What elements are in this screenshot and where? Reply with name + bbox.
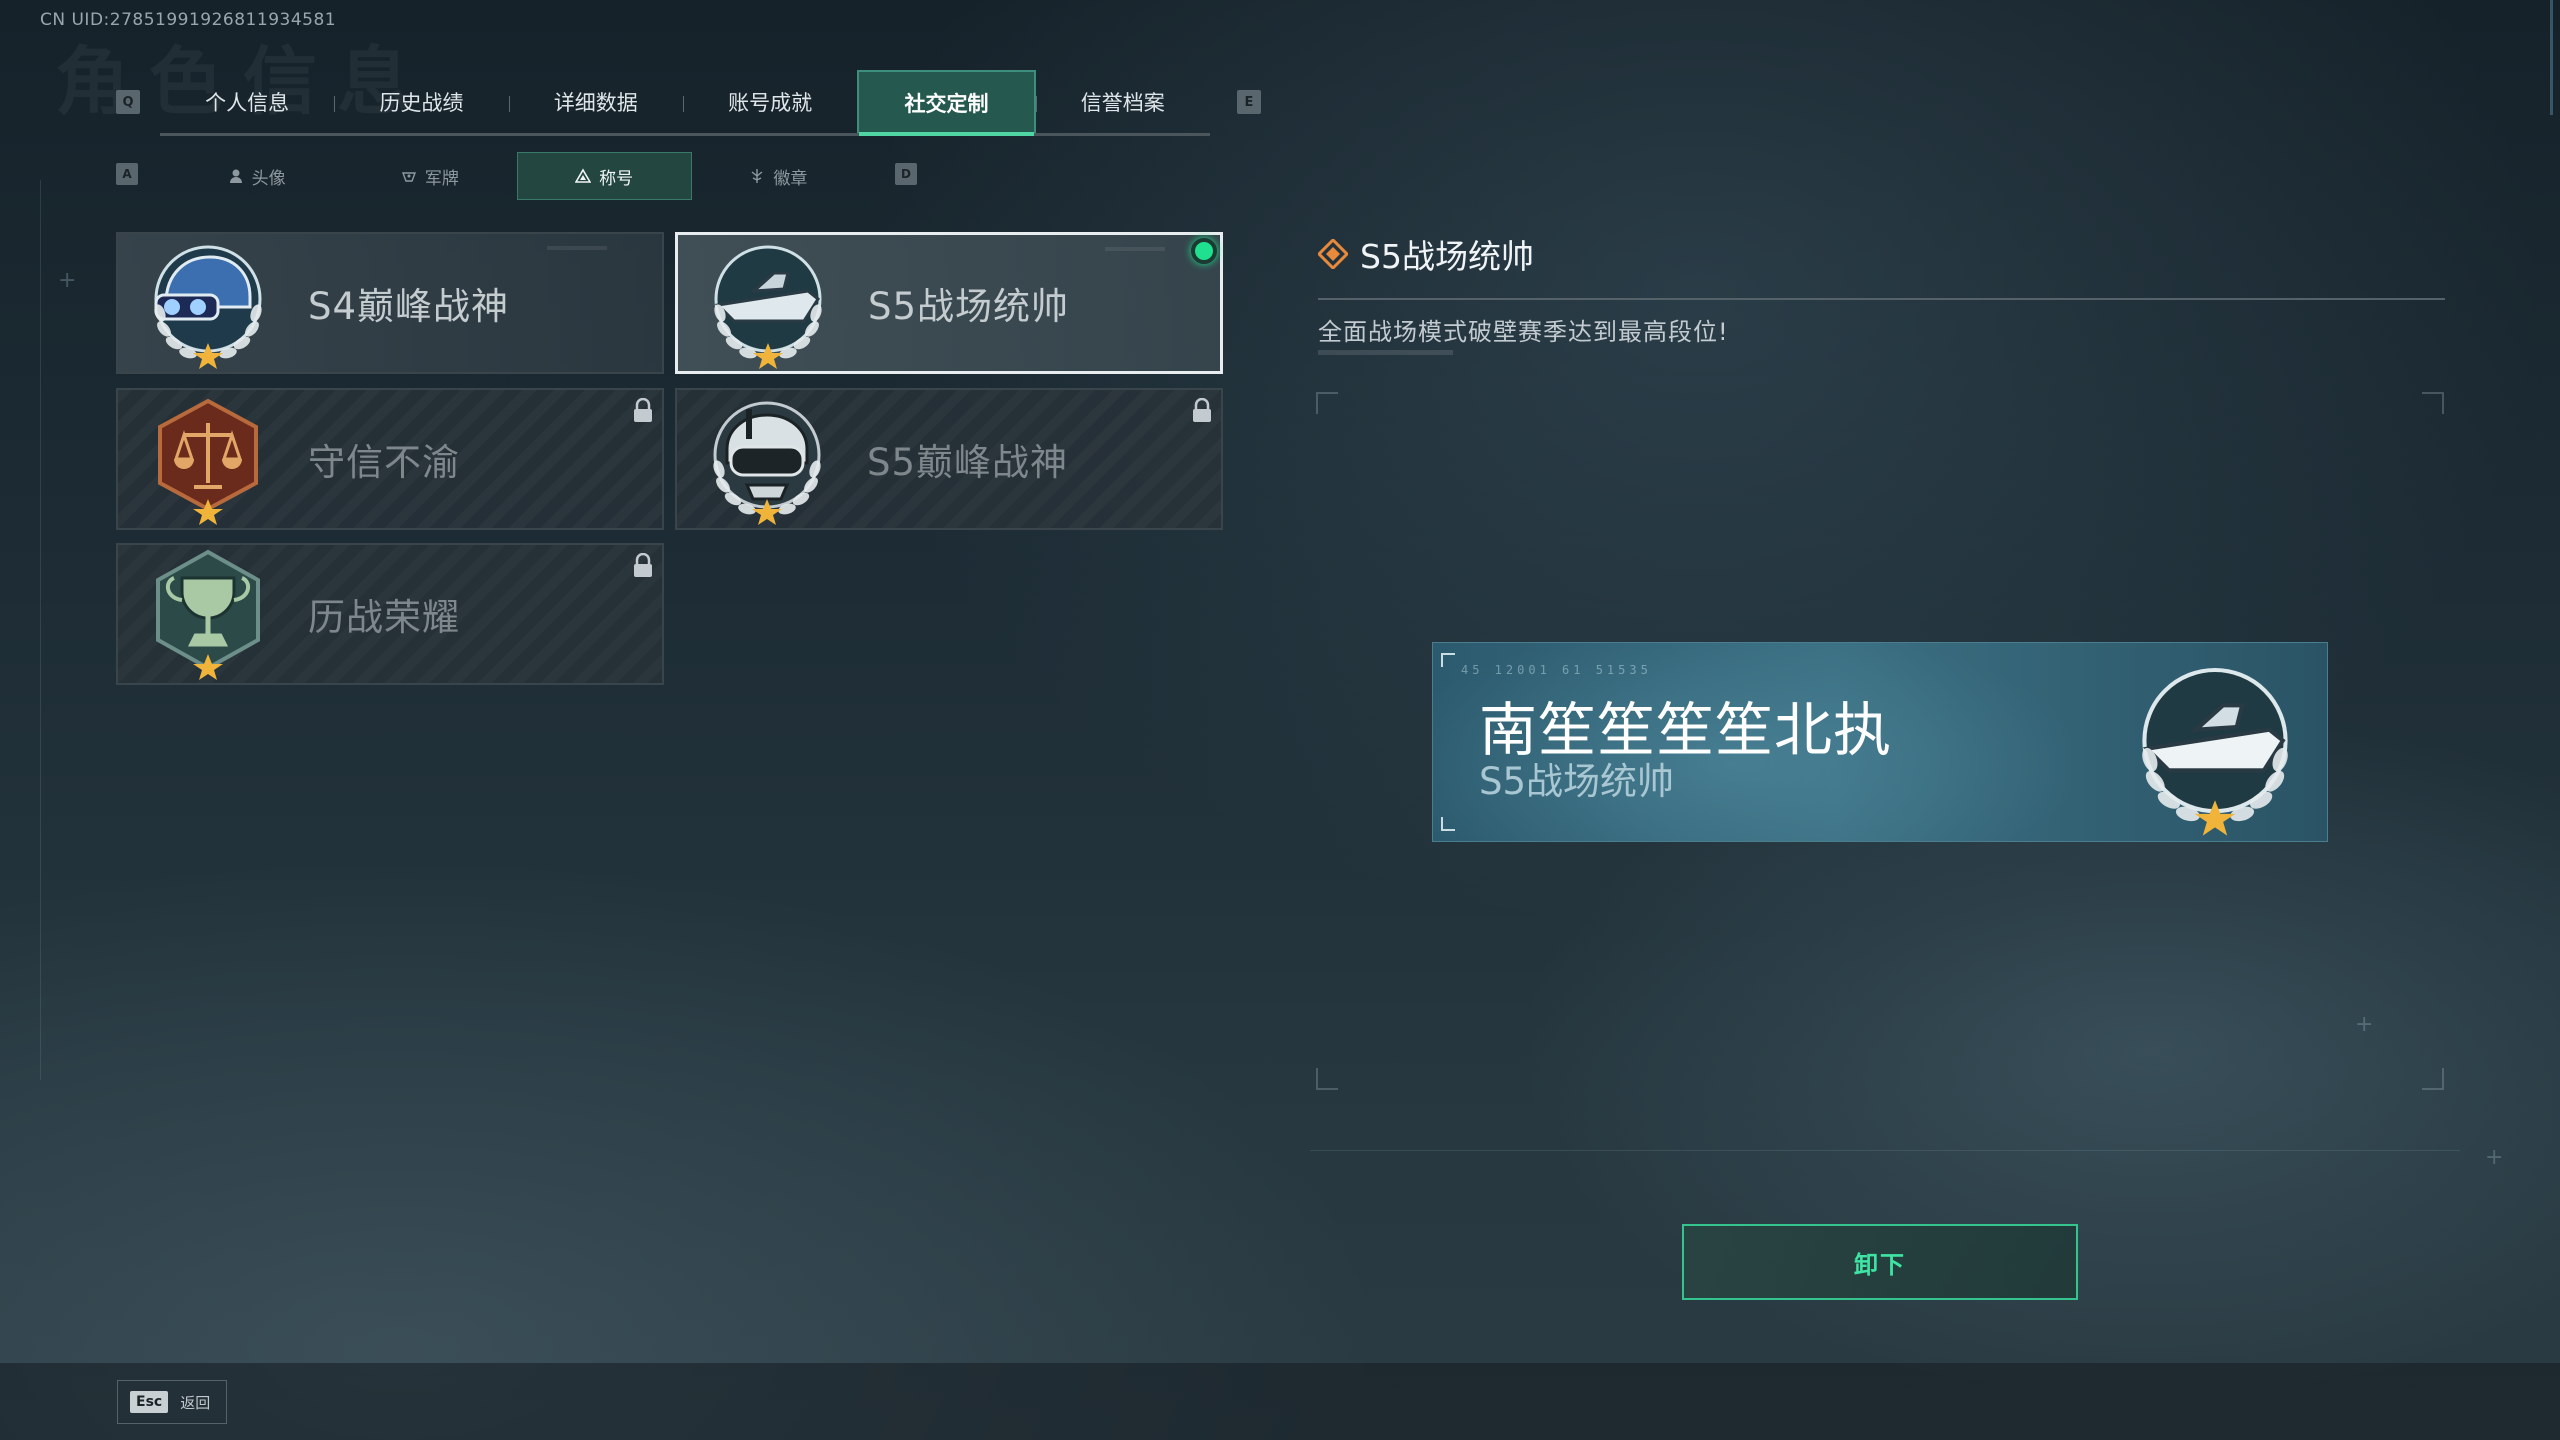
tab-detailed-stats[interactable]: 详细数据 bbox=[508, 70, 683, 133]
person-icon bbox=[229, 169, 242, 183]
title-icon bbox=[575, 168, 592, 183]
equipped-title: S5战场统帅 bbox=[1479, 760, 1675, 803]
detail-title: S5战场统帅 bbox=[1360, 237, 1534, 276]
title-card-battle-glory[interactable]: 历战荣耀 bbox=[116, 543, 664, 685]
plate-bracket bbox=[1441, 817, 1455, 831]
panel-corner bbox=[2422, 392, 2444, 414]
helmet-emblem-icon bbox=[138, 233, 278, 373]
tab-match-history[interactable]: 历史战绩 bbox=[334, 70, 508, 133]
subtab-dogtag-label: 军牌 bbox=[424, 168, 459, 189]
card-decor bbox=[1105, 247, 1165, 251]
subtab-avatar[interactable]: 头像 bbox=[170, 152, 343, 200]
boat-emblem-icon bbox=[2115, 667, 2315, 841]
equipped-indicator-icon bbox=[1191, 238, 1217, 264]
esc-key-icon: Esc bbox=[130, 1391, 169, 1413]
back-button[interactable]: Esc 返回 bbox=[117, 1380, 227, 1424]
next-tab-key-icon[interactable]: E bbox=[1237, 90, 1261, 114]
tab-personal-info[interactable]: 个人信息 bbox=[160, 70, 334, 133]
detail-decor bbox=[1318, 350, 1453, 355]
subtab-avatar-label: 头像 bbox=[251, 168, 286, 189]
hud-plus-icon: + bbox=[58, 268, 77, 293]
subtab-title[interactable]: 称号 bbox=[516, 152, 692, 200]
prev-tab-key-icon[interactable]: Q bbox=[116, 90, 140, 114]
title-card-keep-faith[interactable]: 守信不渝 bbox=[116, 388, 664, 530]
lock-icon bbox=[634, 553, 652, 577]
title-card-s5-battlefield-commander[interactable]: S5战场统帅 bbox=[675, 232, 1223, 374]
panel-corner bbox=[1316, 1068, 1338, 1090]
diamond-icon bbox=[1318, 239, 1348, 269]
tab-social-customization[interactable]: 社交定制 bbox=[857, 70, 1036, 136]
title-card-name: S5战场统帅 bbox=[868, 285, 1070, 328]
hud-plus-icon: + bbox=[2355, 1012, 2374, 1037]
subtab-title-label: 称号 bbox=[599, 168, 634, 189]
hud-rail bbox=[40, 180, 41, 1080]
tab-account-achievements[interactable]: 账号成就 bbox=[682, 70, 857, 133]
plate-bracket bbox=[1441, 653, 1455, 667]
prev-subtab-key-icon[interactable]: A bbox=[116, 163, 138, 185]
scales-emblem-icon bbox=[138, 389, 278, 529]
title-card-name: S4巅峰战神 bbox=[308, 285, 510, 328]
scroll-indicator bbox=[2550, 0, 2553, 115]
detail-description: 全面战场模式破壁赛季达到最高段位! bbox=[1318, 318, 1729, 346]
dogtag-icon bbox=[401, 172, 416, 182]
panel-corner bbox=[2422, 1068, 2444, 1090]
panel-corner bbox=[1316, 392, 1338, 414]
subtab-dogtag[interactable]: 军牌 bbox=[343, 152, 516, 200]
subtab-badge-label: 徽章 bbox=[773, 168, 808, 189]
lock-icon bbox=[634, 398, 652, 422]
bottom-bar bbox=[0, 1363, 2560, 1440]
main-tab-bar: 个人信息 历史战绩 详细数据 账号成就 社交定制 信誉档案 bbox=[160, 70, 1210, 136]
diver-emblem-icon bbox=[697, 389, 837, 529]
lock-icon bbox=[1193, 398, 1211, 422]
plate-code: 45 12001 61 51535 bbox=[1461, 663, 1652, 677]
title-card-s5-peak-warrior[interactable]: S5巅峰战神 bbox=[675, 388, 1223, 530]
next-subtab-key-icon[interactable]: D bbox=[895, 163, 917, 185]
title-card-name: 历战荣耀 bbox=[308, 596, 460, 639]
detail-divider bbox=[1318, 298, 2445, 300]
title-card-s4-peak-warrior[interactable]: S4巅峰战神 bbox=[116, 232, 664, 374]
title-card-name: S5巅峰战神 bbox=[867, 441, 1069, 484]
tab-credit-record[interactable]: 信誉档案 bbox=[1035, 70, 1210, 133]
sub-tab-bar: 头像 军牌 称号 徽章 bbox=[170, 152, 865, 200]
title-card-name: 守信不渝 bbox=[308, 441, 460, 484]
card-decor bbox=[547, 246, 607, 250]
badge-icon bbox=[751, 169, 763, 183]
hud-divider bbox=[1310, 1150, 2460, 1151]
detail-header: S5战场统帅 bbox=[1318, 230, 1534, 278]
hud-plus-icon: + bbox=[2485, 1145, 2504, 1170]
subtab-badge[interactable]: 徽章 bbox=[692, 152, 865, 200]
trophy-emblem-icon bbox=[138, 544, 278, 684]
back-label: 返回 bbox=[180, 1393, 211, 1412]
nameplate-preview: 45 12001 61 51535 南笙笙笙笙北执 S5战场统帅 bbox=[1432, 642, 2328, 842]
unequip-button[interactable]: 卸下 bbox=[1682, 1224, 2078, 1300]
boat-emblem-icon bbox=[698, 233, 838, 373]
